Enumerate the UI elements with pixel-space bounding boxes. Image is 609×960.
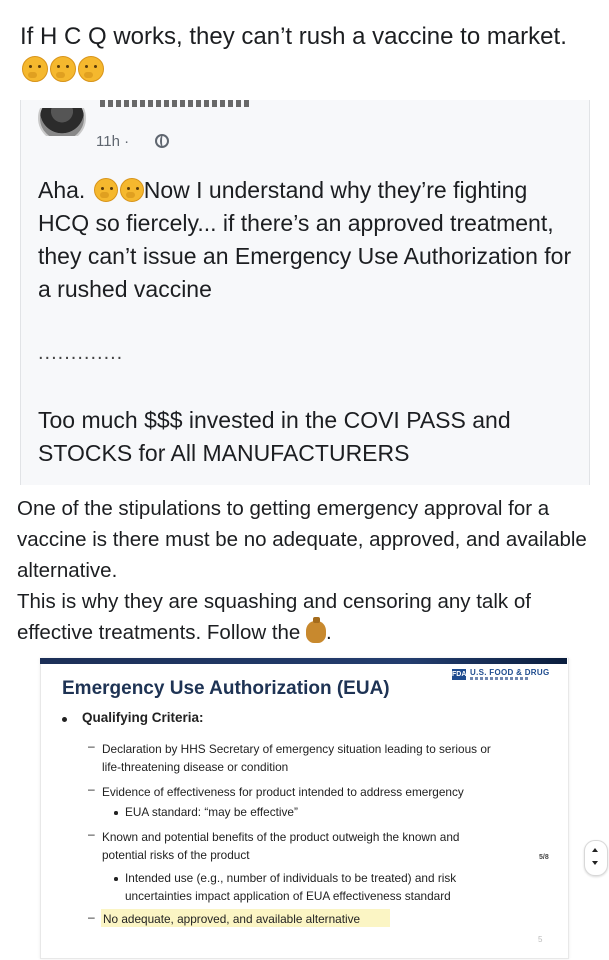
post-caption: If H C Q works, they can’t rush a vaccin… xyxy=(20,20,595,88)
thinking-face-icon xyxy=(119,178,144,202)
criterion-line: Declaration by HHS Secretary of emergenc… xyxy=(102,742,491,756)
commentary-paragraph-2-text: This is why they are squashing and censo… xyxy=(17,590,531,644)
scroll-control[interactable] xyxy=(584,840,608,876)
thinking-face-icon xyxy=(22,56,48,82)
criterion-item: Evidence of effectiveness for product in… xyxy=(102,783,542,801)
sub-point-line: uncertainties impact application of EUA … xyxy=(125,889,451,903)
commentary-end-punct: . xyxy=(326,621,332,644)
shared-post-body: Aha. Now I understand why they’re fighti… xyxy=(38,174,578,306)
fda-logo-text: U.S. FOOD & DRUG xyxy=(470,668,550,677)
money-bag-icon xyxy=(306,617,327,643)
globe-icon xyxy=(155,134,169,148)
bullet-icon xyxy=(62,717,67,722)
slide-footer-mark: 5 xyxy=(538,935,543,944)
bullet-icon xyxy=(114,877,118,881)
post-timestamp: 11h · xyxy=(96,133,130,150)
slide-header-bar xyxy=(40,658,567,664)
thinking-face-icon xyxy=(78,56,104,82)
commentary-text: One of the stipulations to getting emerg… xyxy=(17,493,597,648)
qualifying-criteria-label: Qualifying Criteria: xyxy=(82,710,204,725)
criterion-item: Declaration by HHS Secretary of emergenc… xyxy=(102,740,542,776)
criterion-line: life-threatening disease or condition xyxy=(102,760,289,774)
sub-point-line: Intended use (e.g., number of individual… xyxy=(125,871,457,885)
criterion-line: Known and potential benefits of the prod… xyxy=(102,830,460,844)
sub-point-item: Intended use (e.g., number of individual… xyxy=(125,869,525,905)
commentary-paragraph-1: One of the stipulations to getting emerg… xyxy=(17,497,587,582)
chevron-up-icon[interactable] xyxy=(592,848,598,852)
criterion-item-highlighted: No adequate, approved, and available alt… xyxy=(103,912,361,926)
commentary-paragraph-2: This is why they are squashing and censo… xyxy=(17,586,597,648)
dash-bullet: – xyxy=(88,827,95,841)
criterion-item: Known and potential benefits of the prod… xyxy=(102,828,542,864)
dash-bullet: – xyxy=(88,910,95,924)
post-body-prefix: Aha. xyxy=(38,177,86,203)
caption-text: If H C Q works, they can’t rush a vaccin… xyxy=(20,23,567,50)
slide-page-number: 5/8 xyxy=(539,854,549,861)
thinking-face-icon xyxy=(50,56,76,82)
post-body-text: Now I understand why they’re fighting HC… xyxy=(38,177,572,302)
criterion-line: Evidence of effectiveness for product in… xyxy=(102,785,464,799)
fda-logo-subtext xyxy=(470,677,530,680)
post-separator: ............. xyxy=(38,342,124,364)
sub-point-item: EUA standard: “may be effective” xyxy=(125,805,298,819)
chevron-down-icon[interactable] xyxy=(592,861,598,865)
bullet-icon xyxy=(114,811,118,815)
thinking-face-icon xyxy=(93,178,118,202)
fda-logo-badge: FDA xyxy=(452,669,467,680)
dash-bullet: – xyxy=(88,782,95,796)
dash-bullet: – xyxy=(88,739,95,753)
criterion-line: potential risks of the product xyxy=(102,848,250,862)
cropped-author-name xyxy=(100,100,250,108)
avatar xyxy=(38,108,86,136)
post-cta: Too much $$$ invested in the COVI PASS a… xyxy=(38,407,511,466)
slide-title: Emergency Use Authorization (EUA) xyxy=(62,678,390,699)
